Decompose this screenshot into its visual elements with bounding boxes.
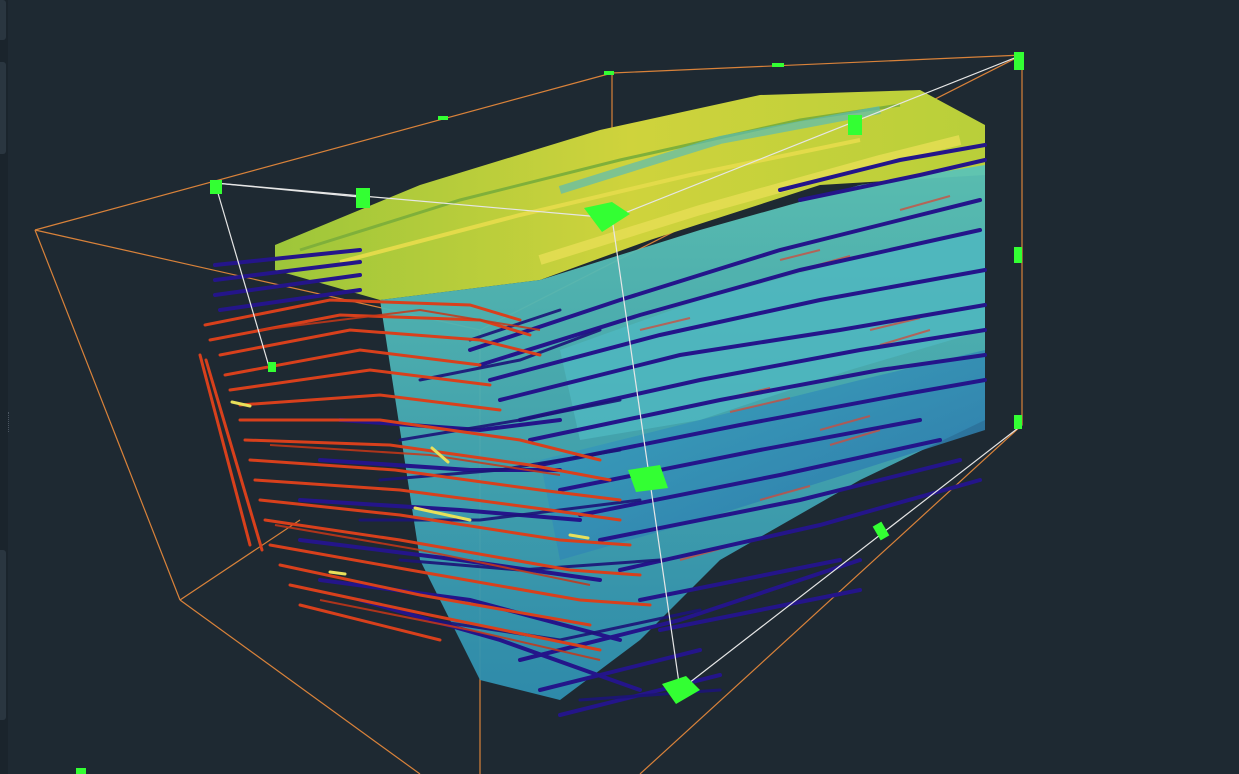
crop-handle[interactable] [268,362,276,372]
crop-handle[interactable] [772,63,784,67]
crop-handle[interactable] [1014,52,1024,70]
crop-handle[interactable] [872,521,890,541]
volume-render-scene[interactable] [0,0,1239,774]
crop-handle[interactable] [76,768,86,774]
crop-handle[interactable] [604,71,614,75]
crop-handle[interactable] [438,116,448,120]
crop-handle[interactable] [356,188,370,208]
3d-viewport[interactable] [0,0,1239,774]
crop-handle[interactable] [210,180,222,194]
crop-handle[interactable] [1014,415,1022,429]
crop-handle[interactable] [1014,247,1022,263]
crop-handle[interactable] [848,115,862,135]
